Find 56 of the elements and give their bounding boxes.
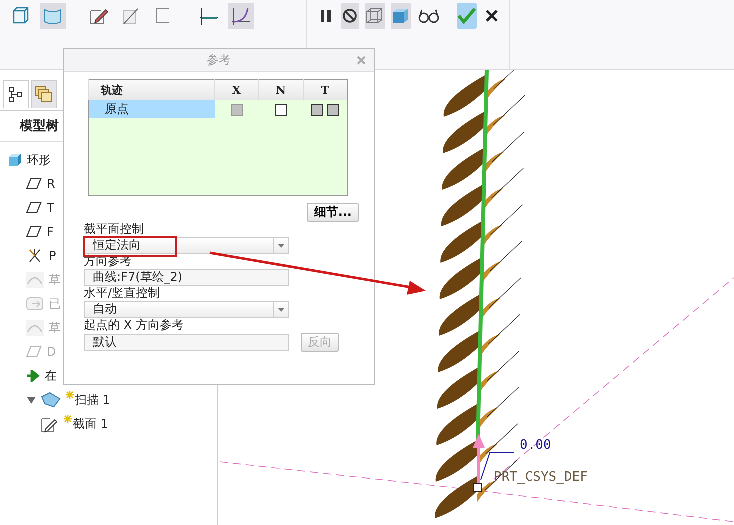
field-label: 截平面控制	[84, 222, 145, 237]
column-header: N	[258, 80, 304, 100]
plane-icon	[26, 226, 42, 238]
sweep-icon	[41, 392, 61, 408]
panel-tab[interactable]	[3, 80, 29, 108]
plane-icon	[26, 202, 42, 214]
close-icon	[485, 9, 500, 23]
origin-marker	[474, 484, 482, 492]
sketch-icon	[26, 320, 44, 336]
caret-icon	[278, 308, 284, 312]
shaded-cube-icon	[390, 7, 411, 25]
tree-icon	[9, 86, 23, 102]
caret-icon	[278, 244, 284, 248]
tree-item[interactable]: 扫描 1	[75, 392, 110, 408]
column-header: T	[303, 80, 348, 100]
bracket-icon	[155, 7, 171, 25]
column-header: 轨迹	[88, 80, 214, 100]
arrow-icon	[26, 370, 40, 382]
check-icon	[457, 7, 478, 25]
pause-icon	[318, 8, 333, 24]
no-entry-icon	[342, 8, 358, 24]
column-header: X	[214, 80, 259, 100]
field-label: 水平/竖直控制	[84, 286, 162, 301]
cube-icon	[8, 153, 22, 167]
surface-icon	[43, 7, 63, 25]
curve-icon	[231, 6, 251, 26]
tree-item[interactable]: 在	[45, 368, 57, 384]
slash-icon	[122, 7, 140, 25]
sketch-icon	[26, 272, 44, 288]
tree-item[interactable]: P	[49, 249, 56, 263]
details-button[interactable]: 细节...	[307, 203, 359, 222]
layers-icon	[35, 86, 53, 104]
cube-icon	[12, 7, 30, 25]
dropdown[interactable]: 恒定法向	[84, 237, 289, 254]
feature-icon	[26, 296, 44, 312]
input-field[interactable]: 默认	[84, 334, 289, 351]
input-field[interactable]: 曲线:F7(草绘_2)	[84, 269, 289, 286]
tree-item[interactable]: F	[47, 225, 54, 239]
toolbar-button[interactable]	[340, 3, 359, 29]
dropdown[interactable]: 自动	[84, 301, 289, 318]
checkbox[interactable]	[274, 104, 287, 116]
plane-icon	[26, 178, 42, 190]
dimension-label: 0.00	[520, 438, 552, 453]
field-label: 起点的 X 方向参考	[84, 318, 185, 333]
tree-item[interactable]: 截面 1	[73, 416, 108, 432]
plane-icon	[26, 346, 42, 358]
glasses-icon	[416, 8, 441, 24]
axis-icon	[199, 6, 219, 26]
dialog-title: 参考	[207, 52, 231, 68]
close-icon	[356, 56, 366, 64]
wireframe-cube-icon	[364, 7, 385, 25]
table-row[interactable]: 原点	[88, 100, 214, 118]
tree-item[interactable]: 环形	[27, 152, 51, 168]
tree-item[interactable]: R	[47, 177, 56, 191]
tree-item[interactable]: T	[47, 201, 54, 215]
collapse-triangle-icon[interactable]	[26, 396, 36, 404]
